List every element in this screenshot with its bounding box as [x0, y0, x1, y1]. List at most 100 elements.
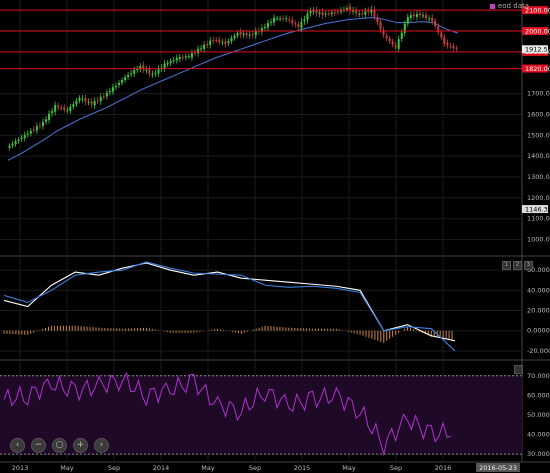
pane-button-1[interactable]: 1 [502, 261, 511, 270]
candle-body [102, 96, 105, 98]
candle-body [127, 75, 130, 78]
candle-body [254, 31, 257, 36]
candle-body [157, 68, 160, 74]
candle-body [203, 44, 206, 50]
candle-body [66, 109, 69, 111]
pane-button-3[interactable]: 3 [524, 261, 533, 270]
candle-body [187, 56, 190, 58]
zoom-controls: ‹ − ○ + › [10, 438, 109, 453]
candle-body [403, 23, 406, 33]
candle-body [124, 77, 127, 81]
candle-body [285, 18, 288, 20]
stock-chart[interactable]: 2100.002000.001900.001820.00 1700.001600… [0, 0, 550, 473]
time-tick-label: 2013 [12, 464, 29, 472]
legend-color-swatch [490, 3, 495, 9]
candle-body [57, 105, 60, 108]
macd-tick-label: 40.0000 [527, 286, 550, 294]
candle-body [60, 107, 63, 109]
candle-body [236, 33, 239, 36]
reset-zoom-button[interactable]: ○ [52, 438, 67, 453]
candle-body [346, 8, 349, 10]
candle-body [221, 41, 224, 43]
candle-body [105, 92, 108, 97]
price-tick-label: 1300.00 [527, 173, 550, 181]
time-tick-label: 2014 [153, 464, 170, 472]
macd-tick-label: 20.0000 [527, 307, 550, 315]
candle-body [69, 106, 72, 111]
candle-body [93, 101, 96, 106]
candle-body [206, 44, 209, 46]
candle-body [184, 56, 187, 58]
candle-body [306, 13, 309, 20]
legend: eod data [490, 2, 529, 10]
candle-body [111, 87, 114, 92]
candle-body [282, 18, 285, 20]
candle-body [218, 39, 221, 42]
candle-body [318, 12, 321, 14]
price-tick-label: 1500.00 [527, 131, 550, 139]
candle-body [75, 100, 78, 105]
time-tick-label: May [201, 464, 215, 472]
candle-body [385, 35, 388, 39]
candle-body [266, 23, 269, 28]
candle-body [87, 101, 90, 103]
zoom-out-button[interactable]: − [31, 438, 46, 453]
candle-body [14, 141, 17, 145]
price-tick-label: 1100.00 [527, 215, 550, 223]
time-tick-label: 2016 [435, 464, 452, 472]
candle-body [29, 130, 32, 134]
candle-body [394, 44, 397, 48]
candle-body [72, 104, 75, 107]
candle-body [434, 20, 437, 27]
candle-body [446, 42, 449, 46]
candle-body [425, 14, 428, 19]
candle-body [300, 21, 303, 29]
candle-body [336, 11, 339, 13]
candle-body [190, 53, 193, 58]
candle-body [130, 73, 133, 75]
scroll-right-button[interactable]: › [94, 438, 109, 453]
candle-body [294, 23, 297, 25]
candle-body [32, 129, 35, 131]
candle-body [121, 80, 124, 83]
candle-body [324, 13, 327, 15]
candle-body [391, 41, 394, 45]
candle-body [145, 69, 148, 71]
candle-body [412, 14, 415, 17]
candle-body [449, 45, 452, 47]
candle-body [212, 39, 215, 41]
candle-body [215, 39, 218, 41]
candle-body [133, 70, 136, 74]
pane-button-2[interactable]: 2 [513, 261, 522, 270]
candle-body [333, 11, 336, 13]
candle-body [428, 18, 431, 20]
candle-body [38, 125, 41, 127]
candle-body [181, 56, 184, 58]
candle-body [172, 60, 175, 62]
candle-body [81, 98, 84, 100]
candle-body [443, 37, 446, 44]
candle-body [303, 19, 306, 22]
candle-body [108, 91, 111, 93]
candle-body [388, 38, 391, 42]
candle-body [41, 122, 44, 127]
candle-body [11, 143, 14, 146]
candle-body [26, 133, 29, 135]
candle-body [248, 34, 251, 36]
pane-button-settings[interactable] [514, 365, 523, 374]
candle-body [178, 57, 181, 59]
time-tick-label: 2015 [294, 464, 311, 472]
candle-body [193, 52, 196, 54]
candle-body [400, 32, 403, 39]
candle-body [364, 11, 367, 15]
candle-body [17, 139, 20, 141]
candle-body [330, 12, 333, 14]
candle-body [440, 32, 443, 38]
candle-body [163, 63, 166, 69]
rsi-tick-label: 50.0000 [527, 411, 550, 419]
time-tick-label: Sep [249, 464, 261, 472]
candle-body [288, 19, 291, 21]
candle-body [200, 48, 203, 50]
zoom-in-button[interactable]: + [73, 438, 88, 453]
scroll-left-button[interactable]: ‹ [10, 438, 25, 453]
